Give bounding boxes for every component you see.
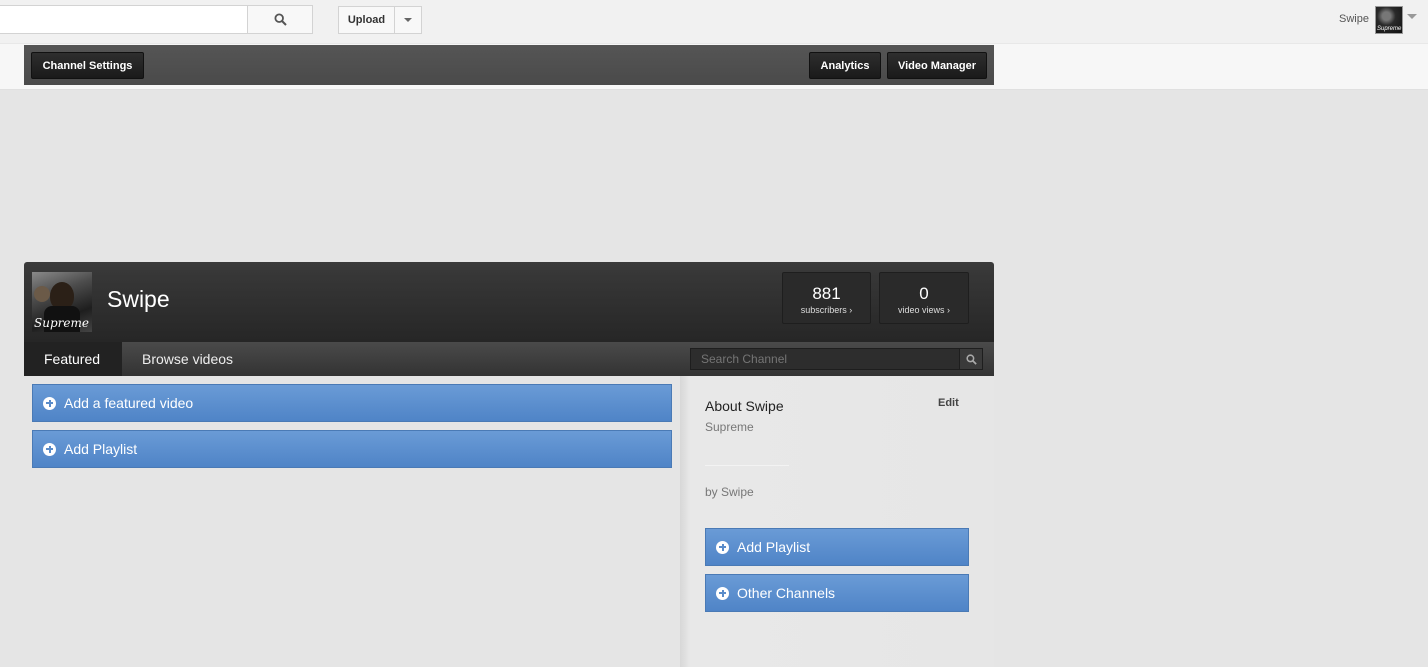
plus-circle-icon [43,442,56,456]
other-channels-label: Other Channels [737,585,836,601]
channel-avatar: Supreme [32,272,92,332]
about-by-line: by Swipe [705,485,754,499]
upload-menu-button[interactable] [394,6,422,34]
divider [705,465,789,466]
plus-circle-icon [43,396,56,410]
channel-toolbar: Channel Settings Analytics Video Manager [24,45,994,85]
upload-button[interactable]: Upload [338,6,395,34]
channel-tabs: Featured Browse videos [24,342,994,376]
add-playlist-button[interactable]: Add Playlist [32,430,672,468]
tab-featured[interactable]: Featured [24,342,122,376]
video-views-count: 0 [919,284,929,303]
channel-settings-button[interactable]: Channel Settings [31,52,144,79]
masthead: Upload Swipe Supreme [0,0,1428,44]
subscribers-stat[interactable]: 881 subscribers › [782,272,871,324]
about-edit-link[interactable]: Edit [938,397,959,409]
search-button[interactable] [247,5,313,34]
user-name[interactable]: Swipe [1339,13,1369,25]
search-icon [273,13,287,26]
channel-title: Swipe [107,286,170,312]
analytics-button[interactable]: Analytics [809,52,881,79]
user-menu-toggle[interactable] [1407,14,1417,19]
user-avatar-caption: Supreme [1377,26,1402,32]
channel-search-button[interactable] [959,348,983,370]
video-views-stat[interactable]: 0 video views › [879,272,969,324]
add-playlist-label: Add Playlist [64,441,138,457]
channel-avatar-caption: Supreme [34,316,89,330]
subscribers-label: subscribers › [800,305,853,315]
other-channels-button[interactable]: Other Channels [705,574,969,612]
video-manager-button[interactable]: Video Manager [887,52,987,79]
about-description: Supreme [705,420,754,434]
plus-circle-icon [716,586,729,600]
chevron-down-icon [404,18,412,22]
subscribers-count: 881 [812,284,841,303]
channel-header: Supreme Swipe 881 subscribers › 0 video … [24,262,994,342]
video-views-label: video views › [897,305,951,315]
search-icon [965,353,977,365]
search-input[interactable] [0,5,248,34]
sidebar-add-playlist-button[interactable]: Add Playlist [705,528,969,566]
plus-circle-icon [716,540,729,554]
user-avatar[interactable]: Supreme [1375,6,1403,34]
add-featured-video-label: Add a featured video [64,395,194,411]
tab-browse-videos[interactable]: Browse videos [122,342,253,376]
about-title: About Swipe [705,398,784,414]
chevron-down-icon [1407,14,1417,19]
sidebar-add-playlist-label: Add Playlist [737,539,811,555]
add-featured-video-button[interactable]: Add a featured video [32,384,672,422]
channel-search-input[interactable] [690,348,960,370]
